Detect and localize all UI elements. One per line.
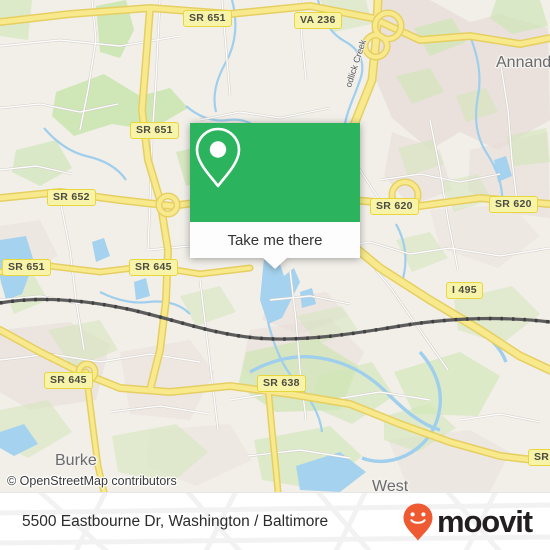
destination-popup[interactable]: Take me there xyxy=(190,123,360,269)
road-shield-sr645-mid: SR 645 xyxy=(129,259,178,276)
road-shield-sr638: SR 638 xyxy=(257,375,306,392)
moovit-logo[interactable]: moovit xyxy=(401,502,533,542)
popup-pin-panel xyxy=(190,123,360,222)
moovit-wordmark: moovit xyxy=(436,504,533,539)
place-label-west: West xyxy=(372,478,409,492)
road-shield-sr652: SR 652 xyxy=(47,189,96,206)
road-shield-sr620-west: SR 620 xyxy=(370,198,419,215)
road-shield-sr651-west: SR 651 xyxy=(2,259,51,276)
road-shield-i495: I 495 xyxy=(446,282,483,299)
moovit-map-screenshot: SR 651 VA 236 SR 651 SR 652 SR 620 SR 62… xyxy=(0,0,550,550)
map-pin-icon xyxy=(195,127,241,188)
road-shield-sr645-south: SR 645 xyxy=(44,372,93,389)
place-label-burke: Burke xyxy=(55,452,97,469)
road-shield-sr6-edge: SR 6 xyxy=(528,449,550,466)
road-shield-sr651-mid: SR 651 xyxy=(130,122,179,139)
osm-attribution: © OpenStreetMap contributors xyxy=(7,474,177,488)
address-label: 5500 Eastbourne Dr, Washington / Baltimo… xyxy=(22,512,329,530)
take-me-there-button[interactable]: Take me there xyxy=(190,222,360,269)
place-label-annandale: Annandale xyxy=(496,54,550,71)
take-me-there-label: Take me there xyxy=(227,231,323,249)
map-canvas[interactable]: SR 651 VA 236 SR 651 SR 652 SR 620 SR 62… xyxy=(0,0,550,492)
footer-bar: 5500 Eastbourne Dr, Washington / Baltimo… xyxy=(0,492,550,550)
road-shield-va236: VA 236 xyxy=(294,12,342,29)
moovit-smiley-pin-icon xyxy=(403,503,433,540)
road-shield-sr651-north: SR 651 xyxy=(183,10,232,27)
road-shield-sr620-east: SR 620 xyxy=(489,196,538,213)
popup-tail-arrow xyxy=(263,258,287,269)
